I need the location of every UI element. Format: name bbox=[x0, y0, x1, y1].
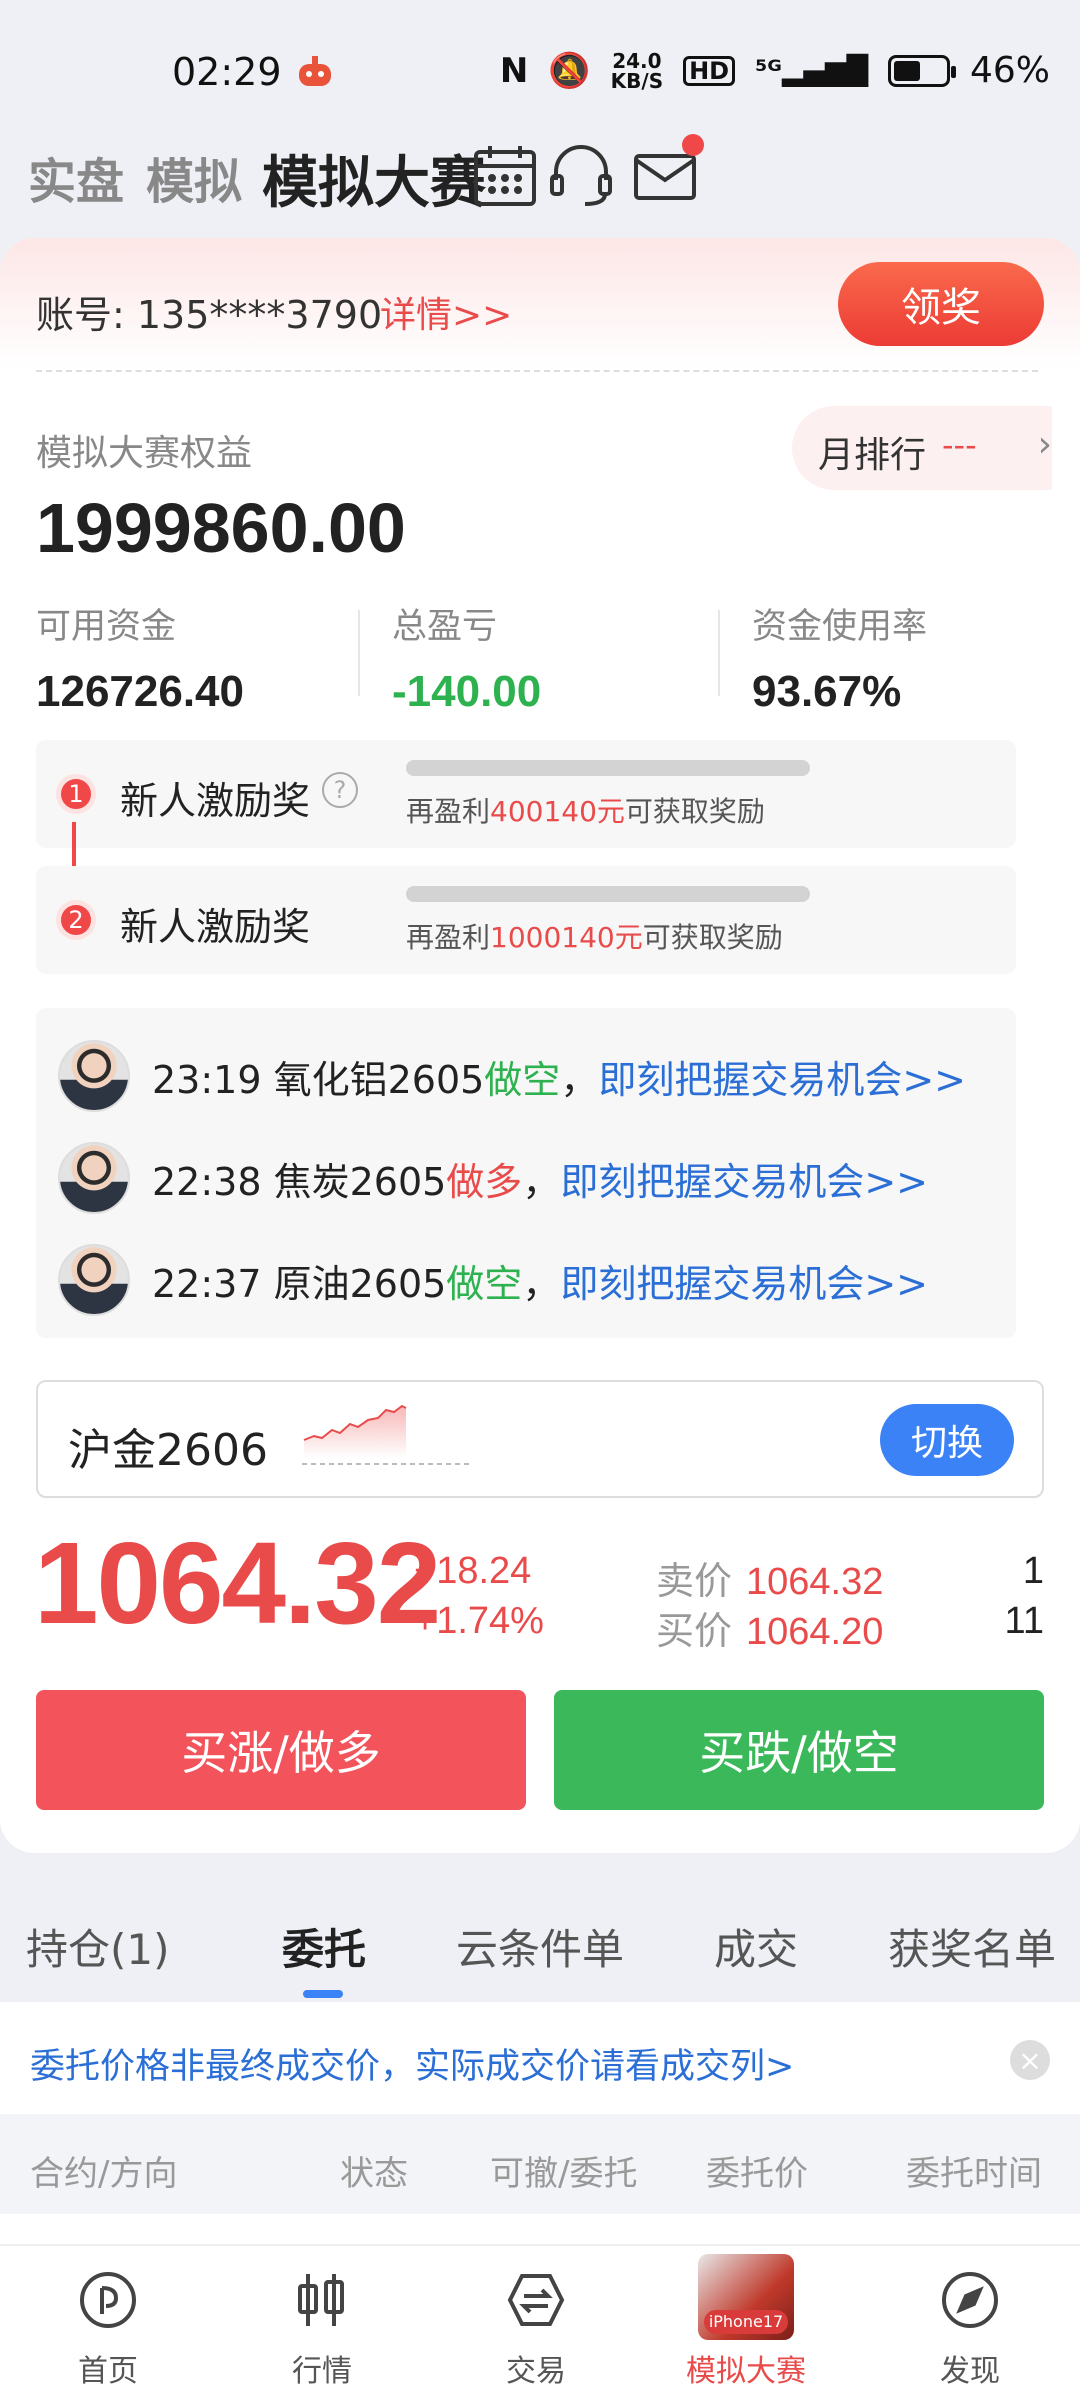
sparkline-icon bbox=[302, 1404, 472, 1465]
mail-button[interactable] bbox=[630, 134, 704, 210]
tab-contest[interactable]: 模拟大赛 bbox=[262, 138, 486, 219]
avatar bbox=[58, 1244, 130, 1316]
candlestick-icon bbox=[298, 2274, 344, 2326]
reward-item[interactable]: 1 新人激励奖 ? 再盈利400140元可获取奖励 bbox=[36, 740, 1016, 848]
divider bbox=[36, 370, 1038, 372]
column-header: 委托时间 bbox=[906, 2154, 1042, 2194]
order-notice: 委托价格非最终成交价，实际成交价请看成交列> × bbox=[0, 2002, 1080, 2114]
nav-trade[interactable]: 交易 bbox=[446, 2246, 626, 2400]
equity-label: 模拟大赛权益 bbox=[36, 433, 253, 474]
column-header: 可撤/委托 bbox=[490, 2154, 638, 2194]
account-bar: 账号: 135****3790 详情>> 领奖 bbox=[0, 238, 1080, 368]
switch-contract-button[interactable]: 切换 bbox=[880, 1404, 1014, 1476]
stat-fund-usage: 资金使用率 93.67% bbox=[752, 607, 928, 716]
net-speed: 24.0 KB/S bbox=[610, 48, 664, 93]
column-header: 状态 bbox=[340, 2154, 408, 2194]
status-bar: 02:29 N 🔕 24.0 KB/S HD ⁵ᴳ▂▄▆█ 46% bbox=[0, 0, 1080, 140]
reward-hint: 再盈利1000140元可获取奖励 bbox=[406, 921, 783, 954]
nav-discover[interactable]: 发现 bbox=[880, 2246, 1060, 2400]
price-change-percent: +1.74% bbox=[414, 1600, 544, 1642]
feed-item[interactable]: 23:19 氧化铝2605做空，即刻把握交易机会>> bbox=[58, 1034, 966, 1118]
tab-real[interactable]: 实盘 bbox=[28, 142, 124, 212]
unread-dot bbox=[682, 134, 704, 156]
tab-filled[interactable]: 成交 bbox=[714, 1916, 798, 1977]
promo-badge: iPhone17 bbox=[704, 2310, 788, 2334]
reward-progress-bar bbox=[406, 760, 810, 776]
nav-home[interactable]: 首页 bbox=[18, 2246, 198, 2400]
account-detail-link[interactable]: 详情>> bbox=[380, 286, 512, 338]
feed-item[interactable]: 22:37 原油2605做空，即刻把握交易机会>> bbox=[58, 1238, 928, 1322]
contest-account-card: 账号: 135****3790 详情>> 领奖 模拟大赛权益 1999860.0… bbox=[0, 238, 1080, 1853]
avatar bbox=[58, 1040, 130, 1112]
monthly-rank-button[interactable]: 月排行 --- › bbox=[792, 406, 1052, 490]
divider bbox=[718, 610, 720, 696]
chevron-right-icon: › bbox=[1037, 424, 1052, 465]
price-change: +18.24 bbox=[414, 1550, 532, 1592]
table-row bbox=[0, 2214, 1080, 2244]
buy-long-button[interactable]: 买涨/做多 bbox=[36, 1690, 526, 1810]
tab-simulate[interactable]: 模拟 bbox=[146, 142, 242, 212]
signal-5g-icon: ⁵ᴳ▂▄▆█ bbox=[755, 53, 868, 87]
buy-short-button[interactable]: 买跌/做空 bbox=[554, 1690, 1044, 1810]
bid-quantity: 11 bbox=[1004, 1600, 1044, 1642]
reward-progress-bar bbox=[406, 886, 810, 902]
close-icon[interactable]: × bbox=[1010, 2040, 1050, 2080]
nfc-icon: N bbox=[499, 50, 529, 91]
signal-feed: 23:19 氧化铝2605做空，即刻把握交易机会>> 22:38 焦炭2605做… bbox=[36, 1008, 1016, 1338]
battery-percent: 46% bbox=[969, 50, 1050, 91]
last-price: 1064.32 bbox=[34, 1518, 441, 1648]
order-tabs: 持仓(1) 委托 云条件单 成交 获奖名单 bbox=[0, 1890, 1080, 2000]
calendar-icon[interactable] bbox=[470, 140, 540, 210]
tab-orders[interactable]: 委托 bbox=[282, 1916, 366, 1977]
avatar bbox=[58, 1142, 130, 1214]
compass-icon bbox=[942, 2272, 998, 2328]
customer-service-icon[interactable] bbox=[546, 140, 616, 210]
help-icon[interactable]: ? bbox=[322, 772, 358, 808]
trade-icon bbox=[507, 2274, 565, 2326]
home-icon bbox=[80, 2272, 136, 2328]
divider bbox=[358, 610, 360, 696]
column-header: 委托价 bbox=[706, 2154, 808, 2194]
contract-name: 沪金2606 bbox=[68, 1425, 268, 1476]
notice-text[interactable]: 委托价格非最终成交价，实际成交价请看成交列> bbox=[30, 2038, 794, 2089]
equity-value: 1999860.00 bbox=[36, 489, 406, 567]
column-header: 合约/方向 bbox=[30, 2154, 178, 2194]
top-nav: 实盘 模拟 模拟大赛 bbox=[0, 130, 1080, 240]
reward-item[interactable]: 2 新人激励奖 再盈利1000140元可获取奖励 bbox=[36, 866, 1016, 974]
contract-selector[interactable]: 沪金2606 切换 bbox=[36, 1380, 1044, 1498]
rank-label: 月排行 bbox=[818, 435, 927, 476]
reward-hint: 再盈利400140元可获取奖励 bbox=[406, 795, 765, 828]
mute-icon: 🔕 bbox=[548, 50, 591, 91]
ask-quantity: 1 bbox=[1022, 1550, 1044, 1592]
step-badge: 1 bbox=[56, 774, 96, 814]
rank-value: --- bbox=[942, 426, 977, 464]
table-header: 合约/方向 状态 可撤/委托 委托价 委托时间 bbox=[0, 2114, 1080, 2214]
stat-available-funds: 可用资金 126726.40 bbox=[36, 607, 244, 716]
nav-market[interactable]: 行情 bbox=[232, 2246, 412, 2400]
bottom-nav: 首页 行情 交易 iPhone17 模拟大赛 发现 bbox=[0, 2245, 1080, 2400]
account-number: 账号: 135****3790 bbox=[36, 293, 383, 337]
tab-winners[interactable]: 获奖名单 bbox=[888, 1916, 1056, 1977]
claim-award-button[interactable]: 领奖 bbox=[838, 262, 1044, 346]
ask-price: 卖价 1064.32 bbox=[656, 1559, 884, 1603]
status-time: 02:29 bbox=[172, 50, 282, 94]
bid-price: 买价 1064.20 bbox=[656, 1609, 884, 1653]
hd-icon: HD bbox=[683, 55, 736, 86]
app-notification-icon bbox=[299, 56, 331, 86]
tab-positions[interactable]: 持仓(1) bbox=[26, 1916, 170, 1977]
battery-icon bbox=[887, 54, 956, 87]
active-tab-indicator bbox=[303, 1990, 343, 1998]
feed-item[interactable]: 22:38 焦炭2605做多，即刻把握交易机会>> bbox=[58, 1136, 928, 1220]
tab-cloud-conditional[interactable]: 云条件单 bbox=[456, 1916, 624, 1977]
step-badge: 2 bbox=[56, 900, 96, 940]
stat-total-pnl: 总盈亏 -140.00 bbox=[392, 607, 542, 716]
nav-contest[interactable]: iPhone17 模拟大赛 bbox=[656, 2246, 836, 2400]
